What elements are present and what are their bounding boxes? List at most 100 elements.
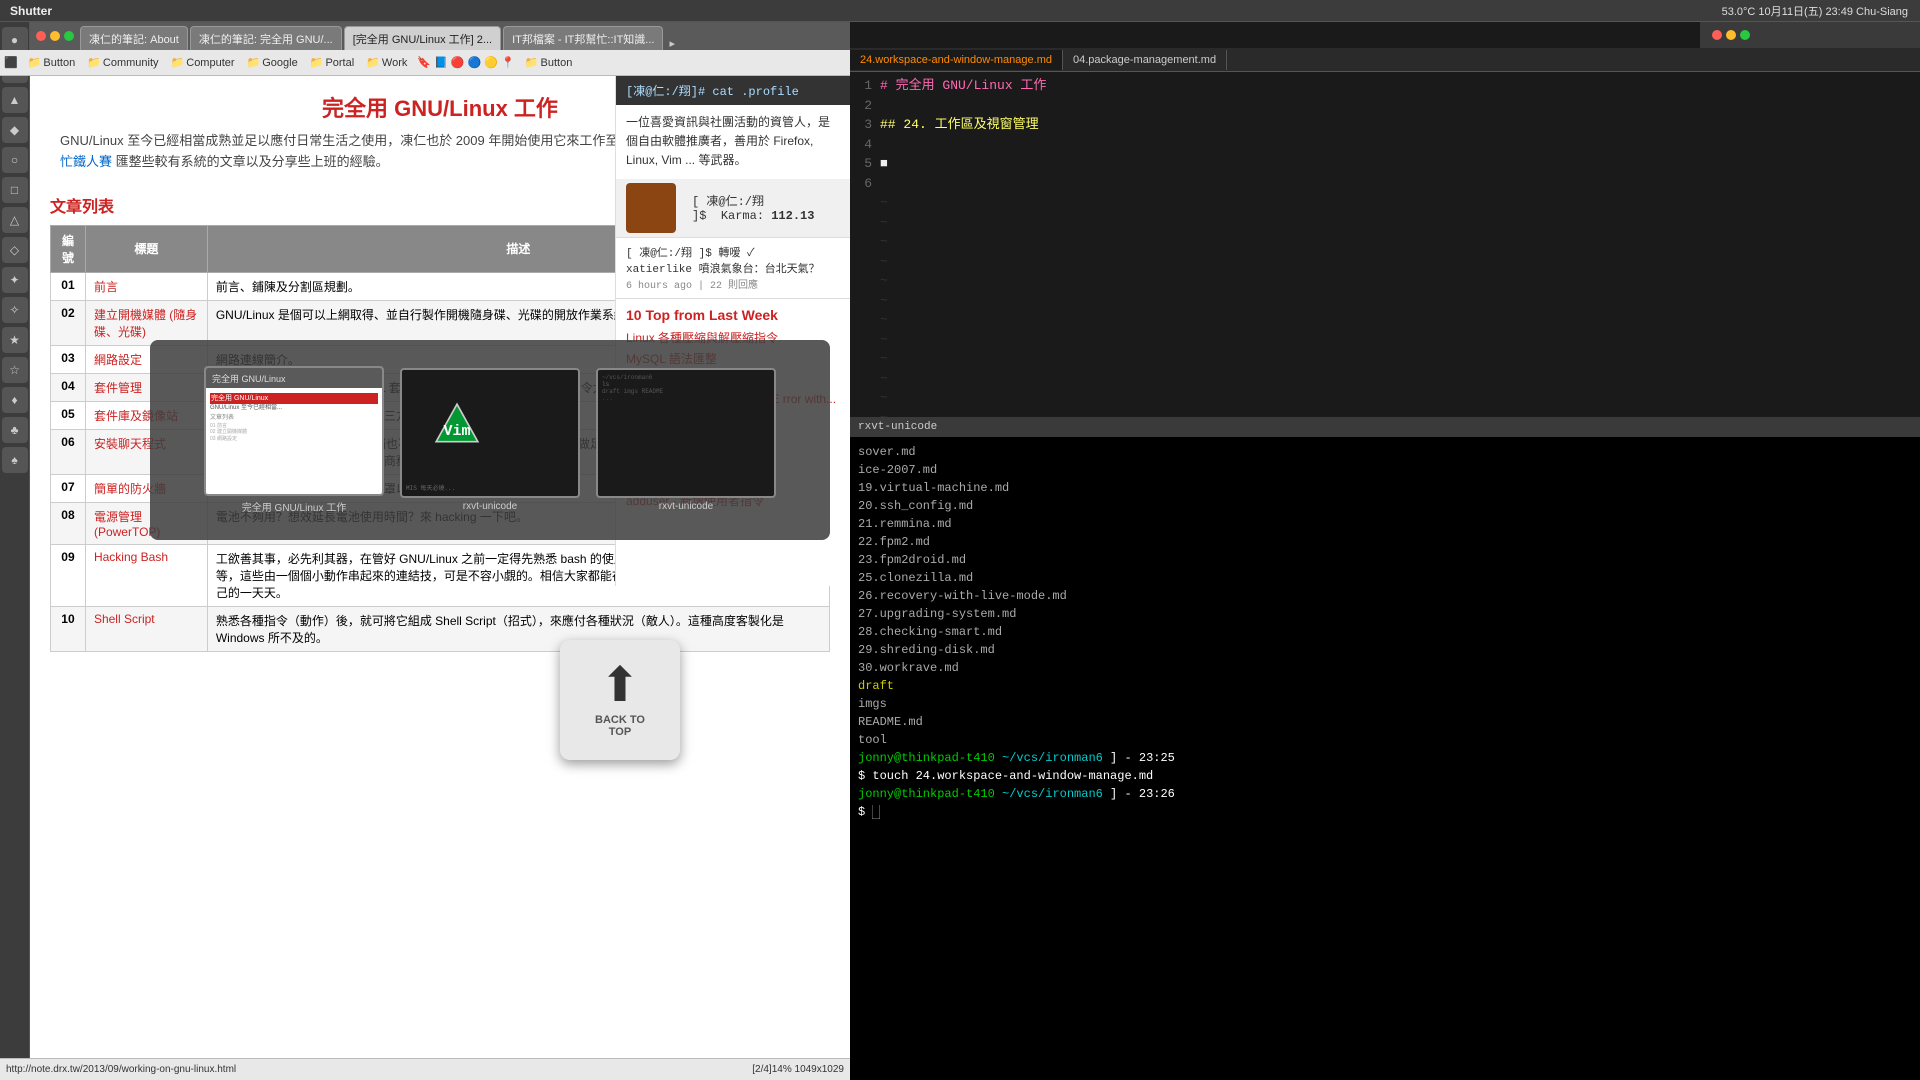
- folder-icon-google: 📁: [247, 56, 261, 69]
- editor-tilde-9: ~: [850, 349, 1920, 369]
- thumb-container-2: Vim MIS 每天必燒... rxvt-unicode: [400, 368, 580, 512]
- sidebar-icon-13[interactable]: ♦: [2, 387, 28, 413]
- sidebar-icon-4[interactable]: ◆: [2, 117, 28, 143]
- status-info: [2/4]14% 1049x1029: [752, 1064, 844, 1075]
- sidebar-icon-15[interactable]: ♠: [2, 447, 28, 473]
- minimize-button[interactable]: [50, 31, 60, 41]
- sidebar-icon-11[interactable]: ★: [2, 327, 28, 353]
- term-cmd-1: $ touch 24.workspace-and-window-manage.m…: [858, 767, 1912, 785]
- sidebar-icon-8[interactable]: ◇: [2, 237, 28, 263]
- back-to-top-label: BACK TOTOP: [595, 714, 645, 738]
- bookmark-computer-label: Computer: [186, 57, 234, 69]
- article-link[interactable]: 套件管理: [94, 381, 142, 395]
- article-link[interactable]: Hacking Bash: [94, 550, 168, 564]
- article-link[interactable]: 前言: [94, 280, 118, 294]
- thumb-container-1: 完全用 GNU/Linux 完全用 GNU/Linux GNU/Linux 至今…: [204, 366, 384, 514]
- editor-min-button[interactable]: [1726, 30, 1736, 40]
- bookmark-button2[interactable]: 📁 Button: [519, 54, 579, 71]
- article-num: 07: [51, 474, 86, 502]
- sidebar-icon-9[interactable]: ✦: [2, 267, 28, 293]
- editor-max-button[interactable]: [1740, 30, 1750, 40]
- toolbar-nav-back[interactable]: ⬛: [4, 56, 18, 69]
- article-title[interactable]: Hacking Bash: [85, 544, 207, 606]
- maximize-button[interactable]: [64, 31, 74, 41]
- karma-value: 112.13: [771, 209, 814, 223]
- editor-tab-1[interactable]: 24.workspace-and-window-manage.md: [850, 50, 1063, 70]
- bookmark-portal[interactable]: 📁 Portal: [304, 54, 360, 71]
- editor-tilde-8: ~: [850, 330, 1920, 350]
- article-link[interactable]: 網路設定: [94, 353, 142, 367]
- editor-area[interactable]: 1 # 完全用 GNU/Linux 工作 2 3 ## 24. 工作區及視窗管理…: [850, 72, 1920, 417]
- bookmark-community-label: Community: [103, 57, 159, 69]
- bookmark-community[interactable]: 📁 Community: [81, 54, 164, 71]
- term-user-1: jonny@thinkpad-t410: [858, 751, 995, 765]
- bookmark-work-label: Work: [382, 57, 407, 69]
- more-tabs-button[interactable]: ▸: [665, 37, 679, 50]
- sidebar-icon-3[interactable]: ▲: [2, 87, 28, 113]
- term-line-draft: draft: [858, 677, 1912, 695]
- folder-icon-computer: 📁: [171, 56, 185, 69]
- term-line-8: 25.clonezilla.md: [858, 569, 1912, 587]
- term-line-readme: README.md: [858, 713, 1912, 731]
- editor-line-6: 6: [850, 174, 1920, 194]
- thumb-1[interactable]: 完全用 GNU/Linux 完全用 GNU/Linux GNU/Linux 至今…: [204, 366, 384, 496]
- col-num: 編號: [51, 225, 86, 272]
- article-desc: 熟悉各種指令（動作）後，就可將它組成 Shell Script（招式），來應付各…: [207, 606, 829, 651]
- close-button[interactable]: [36, 31, 46, 41]
- tab-4[interactable]: IT邦檔案 - IT邦幫忙::IT知識...: [503, 26, 663, 50]
- thumb-2[interactable]: Vim MIS 每天必燒...: [400, 368, 580, 498]
- article-link[interactable]: Shell Script: [94, 612, 155, 626]
- thumb-3[interactable]: ~/vcs/ironman6 ls draft imgs README ...: [596, 368, 776, 498]
- karma-username: [ 凍@仁:/翔: [692, 192, 814, 209]
- editor-tilde-10: ~: [850, 369, 1920, 389]
- term-line-7: 23.fpm2droid.md: [858, 551, 1912, 569]
- blog-desc-text2: 匯整些較有系統的文章以及分享些上班的經驗。: [116, 154, 389, 169]
- article-num: 02: [51, 300, 86, 345]
- sidebar-icon-6[interactable]: □: [2, 177, 28, 203]
- thumb-1-content: 完全用 GNU/Linux GNU/Linux 至今已經相當... 文章列表 0…: [206, 388, 382, 446]
- thumb-3-label: rxvt-unicode: [596, 501, 776, 512]
- tab-2[interactable]: 凍仁的筆記: 完全用 GNU/...: [190, 26, 342, 50]
- back-to-top-arrow-icon: ⬆: [600, 662, 640, 710]
- bookmark-label: Button: [43, 57, 75, 69]
- bookmark-computer[interactable]: 📁 Computer: [165, 54, 241, 71]
- tab-3-label: [完全用 GNU/Linux 工作] 2...: [353, 31, 492, 47]
- article-title[interactable]: 前言: [85, 272, 207, 300]
- bookmark-google-label: Google: [262, 57, 297, 69]
- article-link[interactable]: 建立開機媒體 (隨身碟、光碟): [94, 308, 197, 339]
- tab-3[interactable]: [完全用 GNU/Linux 工作] 2...: [344, 26, 501, 50]
- tab-1[interactable]: 凍仁的筆記: About: [80, 26, 188, 50]
- terminal-area[interactable]: sover.md ice-2007.md 19.virtual-machine.…: [850, 437, 1920, 1080]
- term-draft: draft: [858, 679, 894, 693]
- article-title[interactable]: Shell Script: [85, 606, 207, 651]
- editor-tab-2[interactable]: 04.package-management.md: [1063, 50, 1227, 70]
- bookmark-work[interactable]: 📁 Work: [360, 54, 413, 71]
- term-line-10: 27.upgrading-system.md: [858, 605, 1912, 623]
- left-sidebar: ● ■ ▲ ◆ ○ □ △ ◇ ✦ ✧ ★ ☆ ♦ ♣ ♠: [0, 22, 30, 1080]
- col-title: 標題: [85, 225, 207, 272]
- editor-tilde-7: ~: [850, 310, 1920, 330]
- editor-tilde-4: ~: [850, 252, 1920, 272]
- sidebar-icon-10[interactable]: ✧: [2, 297, 28, 323]
- thumb-2-content: MIS 每天必燒...: [406, 483, 455, 492]
- thumb-1-header: 完全用 GNU/Linux: [206, 368, 382, 388]
- editor-line-5: 5 ■: [850, 154, 1920, 174]
- bookmark-google[interactable]: 📁 Google: [241, 54, 304, 71]
- term-line-3: 19.virtual-machine.md: [858, 479, 1912, 497]
- tab-4-label: IT邦檔案 - IT邦幫忙::IT知識...: [512, 31, 654, 47]
- article-title[interactable]: 建立開機媒體 (隨身碟、光碟): [85, 300, 207, 345]
- thumb-3-content: ~/vcs/ironman6 ls draft imgs README ...: [598, 370, 774, 406]
- bookmark-button[interactable]: 📁 Button: [22, 54, 82, 71]
- editor-tilde-3: ~: [850, 232, 1920, 252]
- back-to-top-button[interactable]: ⬆ BACK TOTOP: [560, 640, 680, 760]
- karma-row: [ 凍@仁:/翔 ]$ Karma: 112.13: [616, 179, 850, 238]
- editor-line-4: 4: [850, 135, 1920, 155]
- sidebar-icon-5[interactable]: ○: [2, 147, 28, 173]
- sidebar-icon-14[interactable]: ♣: [2, 417, 28, 443]
- line-5-content: ■: [880, 154, 888, 174]
- sidebar-icon-12[interactable]: ☆: [2, 357, 28, 383]
- article-num: 03: [51, 345, 86, 373]
- editor-close-button[interactable]: [1712, 30, 1722, 40]
- sidebar-icon-7[interactable]: △: [2, 207, 28, 233]
- editor-line-2: 2: [850, 96, 1920, 116]
